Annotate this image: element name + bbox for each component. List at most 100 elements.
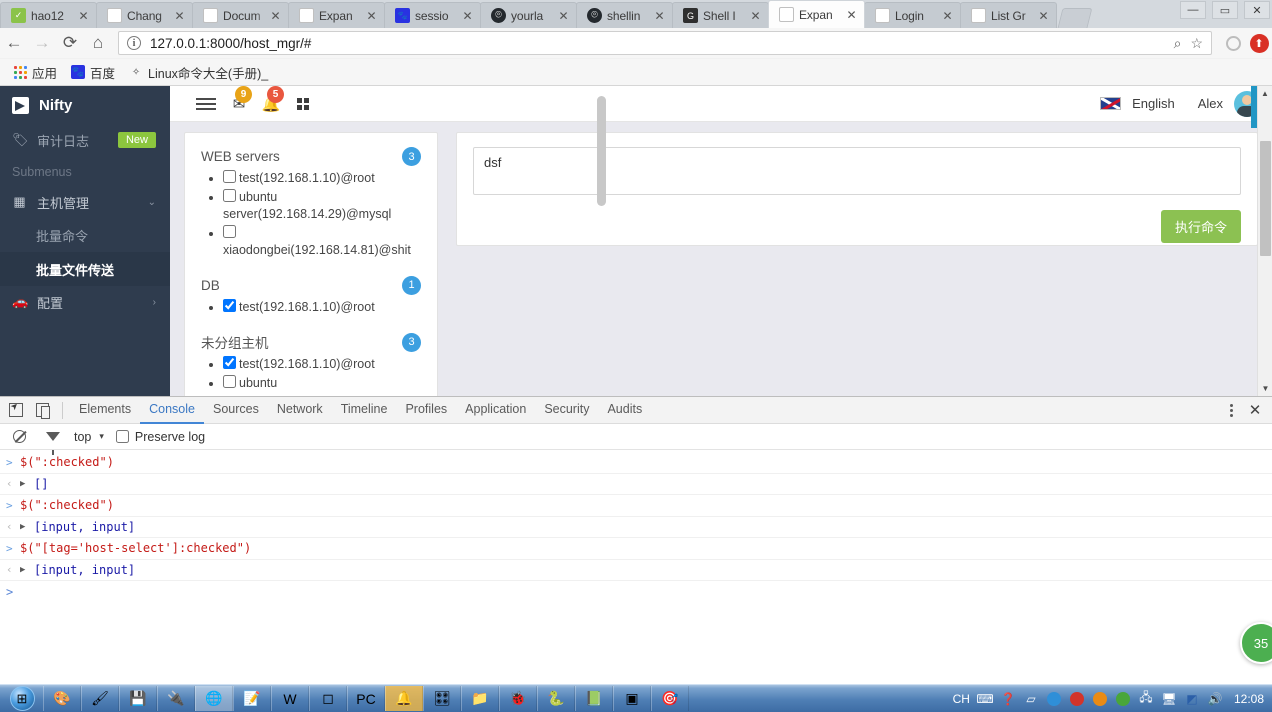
browser-tab[interactable]: Login ✕	[864, 2, 961, 28]
grid-apps-icon[interactable]	[292, 93, 314, 115]
home-icon[interactable]: ⌂	[84, 29, 112, 57]
execution-context-selector[interactable]: top	[74, 430, 91, 444]
tab-close-icon[interactable]: ✕	[1037, 10, 1050, 22]
volume-icon[interactable]: 🔊	[1207, 691, 1223, 707]
blue-dot-icon[interactable]	[1046, 691, 1062, 707]
menu-icon[interactable]	[196, 95, 216, 113]
back-icon[interactable]: ←	[0, 29, 28, 57]
network-icon[interactable]: 🖧	[1138, 690, 1154, 707]
zoom-search-icon[interactable]: ⌕	[1174, 35, 1182, 52]
expand-triangle-icon[interactable]: ▶	[20, 522, 34, 532]
site-info-icon[interactable]: i	[127, 36, 141, 50]
devtools-tab[interactable]: Profiles	[396, 397, 456, 424]
tab-close-icon[interactable]: ✕	[269, 10, 282, 22]
taskbar-paint-app[interactable]: 🎨	[43, 686, 81, 711]
browser-tab[interactable]: Expan ✕	[768, 0, 865, 28]
devtools-tab[interactable]: Audits	[598, 397, 651, 424]
help-icon[interactable]: ❓	[1000, 691, 1016, 707]
address-bar[interactable]: i 127.0.0.1:8000/host_mgr/# ⌕ ☆	[118, 31, 1212, 55]
taskbar-active-app[interactable]: 🔔	[385, 686, 423, 711]
app-icon[interactable]: ◩	[1184, 691, 1200, 707]
tab-close-icon[interactable]: ✕	[173, 10, 186, 22]
new-tab-button[interactable]	[1057, 8, 1093, 28]
devtools-tab[interactable]: Security	[535, 397, 598, 424]
keyboard-icon[interactable]: ⌨	[976, 691, 993, 707]
host-select-checkbox[interactable]	[223, 298, 236, 312]
taskbar-target-app[interactable]: 🎯	[651, 686, 689, 711]
host-select-checkbox[interactable]	[223, 188, 236, 202]
user-name-label[interactable]: Alex	[1198, 96, 1223, 111]
tab-close-icon[interactable]: ✕	[749, 10, 762, 22]
sidebar-item-batch-command[interactable]: 批量命令	[0, 218, 170, 252]
screen-icon[interactable]: 🖥	[1161, 691, 1177, 707]
taskbar-tool-app[interactable]: 🎛	[423, 686, 461, 711]
more-options-icon[interactable]	[1220, 403, 1242, 417]
profile-circle-icon[interactable]	[1220, 35, 1246, 51]
tab-close-icon[interactable]: ✕	[941, 10, 954, 22]
taskbar-save-tool-app[interactable]: 💾	[119, 686, 157, 711]
host-select-checkbox[interactable]	[223, 224, 236, 238]
taskbar-debug-app[interactable]: 🐞	[499, 686, 537, 711]
devtools-tab[interactable]: Sources	[204, 397, 268, 424]
close-devtools-icon[interactable]: ✕	[1244, 401, 1266, 419]
host-select-checkbox[interactable]	[223, 356, 236, 369]
host-select-checkbox[interactable]	[223, 170, 236, 183]
window-close-button[interactable]: ✕	[1244, 1, 1270, 19]
list-item[interactable]: ubuntu server(192.168.14.29)@mysql	[223, 188, 421, 224]
tab-close-icon[interactable]: ✕	[77, 10, 90, 22]
language-selector[interactable]: English	[1132, 96, 1175, 111]
bookmark-star-icon[interactable]: ☆	[1190, 35, 1203, 52]
tab-close-icon[interactable]: ✕	[365, 10, 378, 22]
browser-tab[interactable]: Docum ✕	[192, 2, 289, 28]
list-item[interactable]: test(192.168.1.10)@root	[223, 170, 421, 188]
window-maximize-button[interactable]: ▭	[1212, 1, 1238, 19]
device-toolbar-icon[interactable]	[29, 397, 55, 423]
devtools-tab[interactable]: Elements	[70, 397, 140, 424]
taskbar-terminal-app[interactable]: ▣	[613, 686, 651, 711]
sidebar-item-host-mgmt[interactable]: ▦ 主机管理 ⌄	[0, 186, 170, 218]
tab-close-icon[interactable]: ✕	[845, 9, 858, 21]
devtools-tab[interactable]: Console	[140, 397, 204, 424]
taskbar-box-app[interactable]: ◻	[309, 686, 347, 711]
browser-tab[interactable]: Expan ✕	[288, 2, 385, 28]
devtools-tab[interactable]: Timeline	[332, 397, 397, 424]
scroll-up-arrow-icon[interactable]: ▲	[1258, 86, 1272, 101]
taskbar-plug-app[interactable]: 🔌	[157, 686, 195, 711]
browser-tab[interactable]: ✓ hao12 ✕	[0, 2, 97, 28]
ime-indicator[interactable]: CH	[953, 692, 970, 706]
taskbar-book-app[interactable]: 📗	[575, 686, 613, 711]
sidebar-item-batch-file-transfer[interactable]: 批量文件传送	[0, 252, 170, 286]
list-item[interactable]: ubuntu	[223, 374, 421, 393]
host-select-checkbox[interactable]	[223, 374, 236, 388]
red-dot-icon[interactable]	[1069, 691, 1085, 707]
browser-tab[interactable]: ⌾ yourla ✕	[480, 2, 577, 28]
arrow-icon[interactable]: ▱	[1023, 691, 1039, 707]
preserve-log-checkbox[interactable]	[115, 430, 129, 443]
browser-tab[interactable]: List Gr ✕	[960, 2, 1057, 28]
list-item[interactable]: xiaodongbei(192.168.14.81)@shit	[223, 224, 421, 260]
bell-icon[interactable]: 🔔 5	[260, 86, 284, 115]
tab-close-icon[interactable]: ✕	[557, 10, 570, 22]
console-prompt[interactable]: >	[0, 581, 1272, 602]
expand-triangle-icon[interactable]: ▶	[20, 565, 34, 575]
devtools-tab[interactable]: Application	[456, 397, 535, 424]
execute-command-button[interactable]: 执行命令	[1160, 210, 1241, 243]
filter-funnel-icon[interactable]	[40, 424, 66, 455]
extension-red-icon[interactable]: ⬆	[1246, 33, 1272, 53]
reload-icon[interactable]: ⟳	[56, 29, 84, 57]
mail-icon[interactable]: ✉ 9	[228, 86, 252, 115]
taskbar-clock[interactable]: 12:08	[1234, 692, 1264, 706]
windows-start-orb[interactable]: ⊞	[1, 686, 43, 712]
floating-count-badge[interactable]: 35	[1240, 622, 1272, 664]
preserve-log-toggle[interactable]: Preserve log	[115, 430, 205, 444]
bookmark-apps[interactable]: 应用	[6, 61, 64, 84]
command-input[interactable]	[473, 147, 1241, 195]
taskbar-chrome-app[interactable]: 🌐	[195, 686, 233, 711]
clear-console-icon[interactable]	[6, 424, 32, 450]
taskbar-python-app[interactable]: 🐍	[537, 686, 575, 711]
taskbar-word-app[interactable]: W	[271, 686, 309, 711]
expand-triangle-icon[interactable]: ▶	[20, 479, 34, 489]
inspect-cursor-icon[interactable]	[3, 397, 29, 423]
scroll-down-arrow-icon[interactable]: ▼	[1258, 381, 1272, 396]
taskbar-image-tool-app[interactable]: 🖌	[81, 686, 119, 711]
